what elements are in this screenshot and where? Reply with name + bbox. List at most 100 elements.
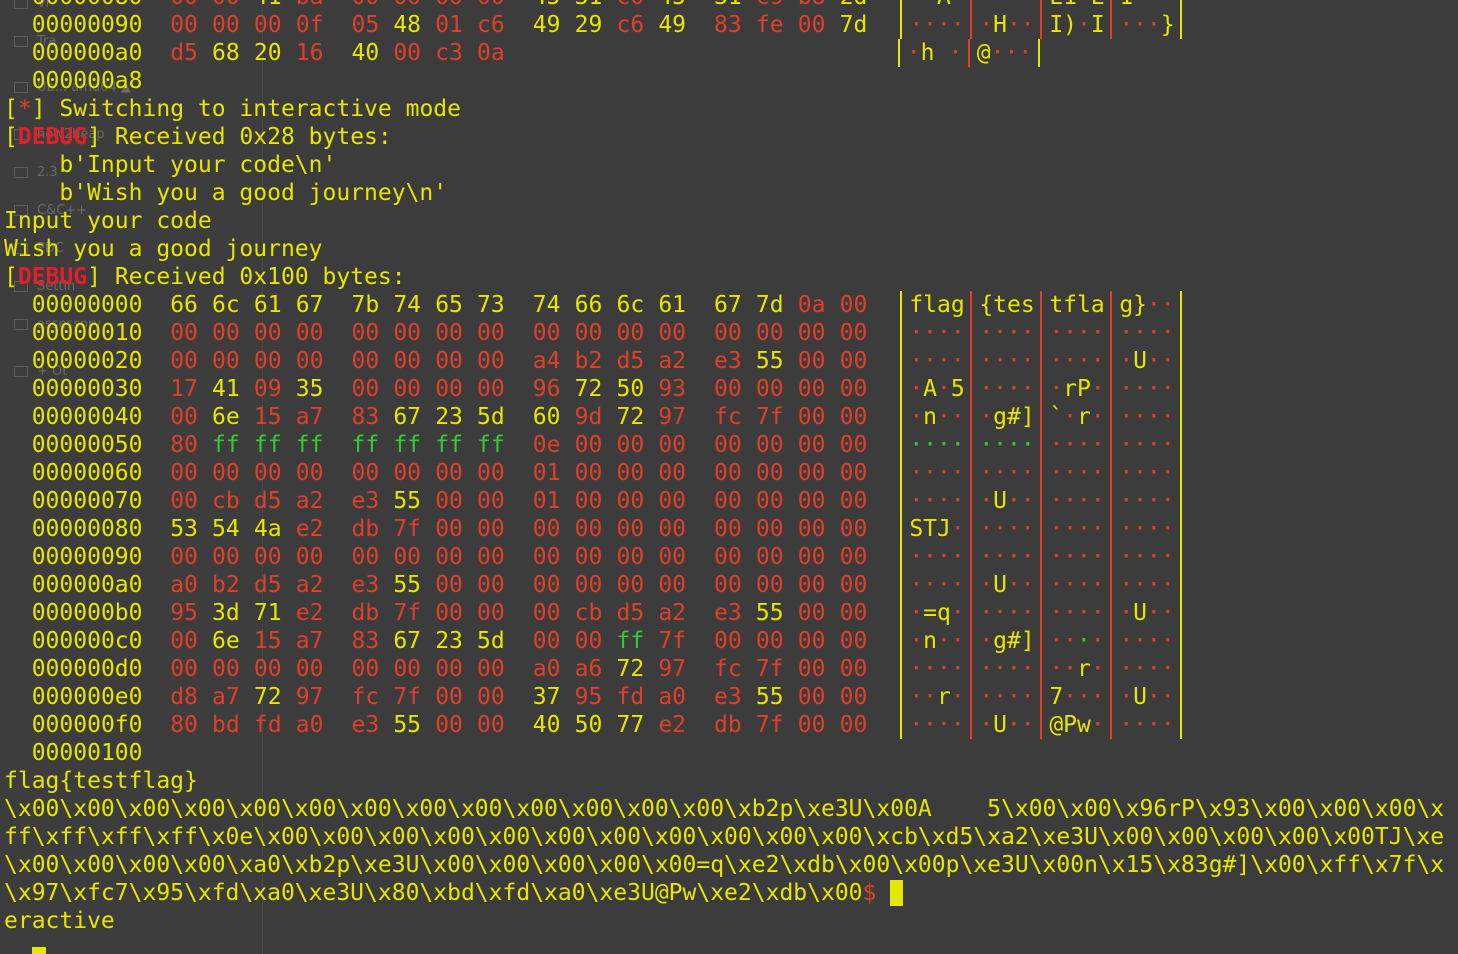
hex-byte: bd — [212, 712, 240, 738]
hex-byte: 00 — [351, 656, 380, 682]
ascii-separator — [895, 543, 909, 571]
ascii-group: ···· — [909, 12, 965, 38]
ascii-group: ···· — [909, 572, 965, 598]
ascii-group: ···· — [1119, 656, 1175, 682]
hex-byte: 7f — [393, 516, 422, 542]
ascii-separator — [1175, 571, 1189, 599]
hexdump-bytes: 95 3d 71 e2 db 7f 00 00 00 cb d5 a2 e3 5… — [170, 599, 867, 627]
hex-byte: ff — [351, 432, 380, 458]
program-output-line: Input your code — [4, 207, 1444, 235]
hex-byte: 00 — [351, 544, 380, 570]
ascii-group: ···· — [1049, 432, 1105, 458]
hex-byte: a0 — [295, 712, 324, 738]
ascii-group: ···· — [979, 460, 1035, 486]
hex-byte: 61 — [658, 292, 687, 318]
hex-byte: 96 — [532, 376, 561, 402]
hex-byte: 00 — [574, 320, 603, 346]
ascii-group: @Pw· — [1049, 712, 1105, 738]
hexdump-bytes: 00 00 41 ba 00 00 00 00 45 31 c0 45 31 c… — [170, 0, 867, 11]
ascii-group: ···· — [1049, 600, 1105, 626]
hex-byte: fc — [714, 656, 742, 682]
hex-byte: 17 — [170, 376, 198, 402]
hex-byte: 00 — [253, 348, 282, 374]
hex-byte: 23 — [435, 628, 463, 654]
hex-byte: e3 — [351, 488, 380, 514]
hex-byte: 05 — [351, 12, 380, 38]
hex-byte: a7 — [295, 404, 324, 430]
hexdump-offset: 000000a8 — [31, 68, 143, 94]
hex-byte: 00 — [393, 376, 422, 402]
hex-byte: 00 — [435, 488, 463, 514]
ascii-separator — [1175, 487, 1189, 515]
hex-byte: 00 — [295, 544, 324, 570]
hexdump-row: 000000a8 — [4, 67, 1444, 95]
terminal-output[interactable]: 00000080 00 00 41 ba 00 00 00 00 45 31 c… — [4, 0, 1444, 935]
ascii-group: tfla — [1049, 292, 1105, 318]
raw-bytes-line: \x00\x00\x00\x00\xa0\xb2p\xe3U\x00\x00\x… — [4, 851, 1444, 879]
ascii-group: flag — [909, 292, 965, 318]
hex-byte: 6e — [212, 628, 240, 654]
hex-byte: 35 — [295, 376, 324, 402]
hex-byte: 72 — [253, 684, 282, 710]
hexdump-row: 00000080 53 54 4a e2 db 7f 00 00 00 00 0… — [4, 515, 1444, 543]
hex-byte: 5d — [477, 628, 505, 654]
hex-byte: ba — [296, 0, 324, 11]
ascii-separator — [1105, 571, 1119, 599]
ascii-separator — [1035, 347, 1049, 375]
hex-byte: 7f — [755, 712, 784, 738]
ascii-group: ···· — [909, 712, 965, 738]
hexdump-offset: 000000d0 — [31, 656, 143, 682]
ascii-separator — [1035, 683, 1049, 711]
hex-byte: 00 — [253, 544, 282, 570]
hex-byte: 95 — [170, 600, 198, 626]
hex-byte: 00 — [839, 684, 868, 710]
ascii-group: ·g#] — [979, 628, 1035, 654]
ascii-separator — [895, 459, 909, 487]
hex-byte: 00 — [170, 656, 198, 682]
hexdump-row: 000000d0 00 00 00 00 00 00 00 00 a0 a6 7… — [4, 655, 1444, 683]
ascii-group: ···· — [909, 544, 965, 570]
raw-bytes-text: ff\xff\xff\xff\x0e\x00\x00\x00\x00\x00\x… — [4, 824, 1445, 850]
hex-byte: a7 — [295, 628, 324, 654]
hex-byte: ff — [616, 628, 645, 654]
hex-byte: 00 — [797, 488, 826, 514]
ascii-group: ···} — [1119, 12, 1175, 38]
ascii-separator — [895, 655, 909, 683]
hex-byte: 00 — [170, 0, 198, 11]
hex-byte: fd — [616, 684, 645, 710]
hex-byte: 97 — [658, 404, 687, 430]
ascii-separator — [1175, 403, 1189, 431]
hexdump-row: 000000a0 d5 68 20 16 40 00 c3 0a ·h · @··… — [4, 39, 1444, 67]
shell-prompt-symbol: $ — [862, 880, 877, 906]
hex-byte: 00 — [839, 376, 868, 402]
ascii-group: ··r· — [909, 684, 965, 710]
hex-byte: 00 — [170, 348, 198, 374]
hex-byte: 00 — [755, 628, 784, 654]
ascii-separator — [1175, 627, 1189, 655]
hex-byte: 20 — [253, 40, 282, 66]
hex-byte: 00 — [532, 628, 561, 654]
hex-byte: 00 — [477, 712, 505, 738]
hex-byte: e2 — [295, 600, 324, 626]
hexdump-bytes: d8 a7 72 97 fc 7f 00 00 37 95 fd a0 e3 5… — [170, 683, 867, 711]
ascii-group: ·H·· — [979, 12, 1035, 38]
hex-byte: b2 — [212, 572, 240, 598]
ascii-separator — [965, 543, 979, 571]
ascii-separator — [1175, 459, 1189, 487]
ascii-group: 1··- — [1119, 0, 1175, 11]
status-text: Switching to interactive mode — [59, 96, 461, 122]
ascii-separator — [895, 375, 909, 403]
ascii-group: ···· — [1049, 460, 1105, 486]
hex-byte: a2 — [658, 348, 687, 374]
hex-byte: 7b — [351, 292, 380, 318]
ascii-group: 7··· — [1049, 684, 1105, 710]
hex-byte: 00 — [839, 572, 868, 598]
hex-byte: 55 — [755, 348, 784, 374]
hex-byte: 7d — [839, 12, 868, 38]
hex-byte: 97 — [295, 684, 324, 710]
hex-byte: 00 — [212, 320, 240, 346]
ascii-separator — [965, 431, 979, 459]
hex-byte: 00 — [170, 460, 198, 486]
ascii-group: ···· — [979, 376, 1035, 402]
received-bytes-line: b'Wish you a good journey\n' — [4, 179, 1444, 207]
